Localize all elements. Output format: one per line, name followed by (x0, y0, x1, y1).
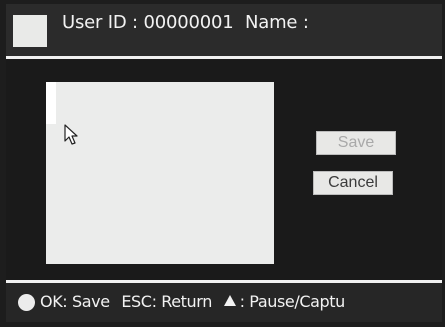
square-icon (13, 15, 47, 47)
esc-return-hint: ESC: Return (121, 292, 212, 311)
user-id-label: User ID : (62, 12, 138, 33)
triangle-up-icon (223, 295, 236, 306)
save-button[interactable]: Save (316, 131, 396, 155)
capture-preview (46, 82, 274, 264)
user-id-value: 00000001 (143, 12, 234, 33)
mouse-pointer-icon (64, 124, 78, 145)
key-hints: OK: Save ESC: Return : Pause/Captu (40, 292, 352, 311)
pause-capture-hint: : Pause/Captu (239, 292, 346, 311)
ok-save-hint: OK: Save (40, 292, 110, 311)
user-info: User ID : 00000001 Name : (62, 12, 309, 33)
circle-icon (18, 294, 35, 311)
cancel-button[interactable]: Cancel (313, 171, 393, 195)
preview-highlight (46, 82, 56, 124)
name-label: Name : (245, 12, 309, 33)
